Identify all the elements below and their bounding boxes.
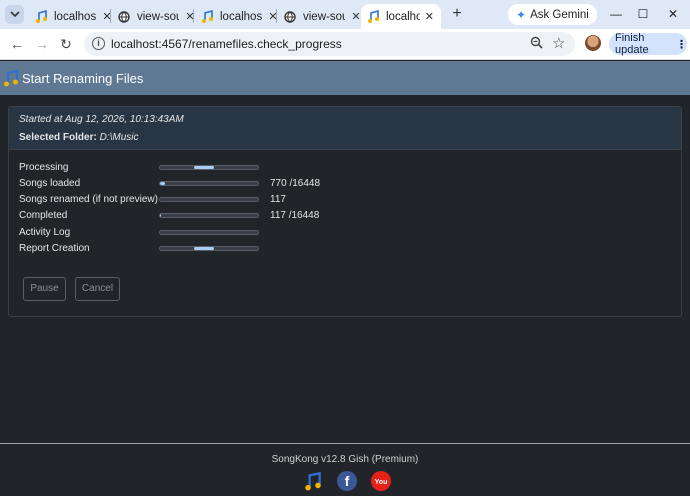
progress-fill: [160, 182, 165, 185]
songkong-favicon-icon: [200, 10, 214, 24]
globe-icon: [283, 10, 297, 24]
progress-fill: [160, 214, 161, 217]
progress-fill: [194, 247, 214, 250]
progress-bar: [159, 246, 259, 251]
songkong-favicon-icon: [367, 10, 380, 24]
progress-bar: [159, 165, 259, 170]
progress-bar: [159, 230, 259, 235]
progress-row-report-creation: Report Creation: [19, 243, 679, 257]
songkong-logo-icon[interactable]: [303, 471, 323, 491]
footer-divider: [0, 443, 690, 444]
progress-bar: [159, 213, 259, 218]
close-icon[interactable]: ✕: [424, 10, 435, 23]
progress-row-activity-log: Activity Log: [19, 227, 679, 241]
pause-button[interactable]: Pause: [23, 277, 66, 301]
progress-value: 117: [270, 194, 286, 205]
browser-tab[interactable]: localhost:4567 ✕: [194, 4, 286, 29]
footer-version-text: SongKong v12.8 Gish (Premium): [271, 454, 419, 465]
site-info-icon[interactable]: i: [92, 37, 105, 50]
facebook-icon[interactable]: f: [337, 471, 357, 491]
bookmark-star-icon[interactable]: ☆: [552, 34, 565, 52]
tab-title: view-source: [303, 10, 345, 23]
browser-tab[interactable]: view-source ✕: [277, 4, 369, 29]
selected-folder: Selected Folder: D:\Music: [19, 132, 139, 143]
url-text[interactable]: localhost:4567/renamefiles.check_progres…: [111, 37, 342, 51]
progress-row-songs-renamed: Songs renamed (if not preview) 117: [19, 194, 679, 208]
progress-row-songs-loaded: Songs loaded 770 /16448: [19, 178, 679, 192]
progress-fill: [194, 166, 214, 169]
maximize-button[interactable]: ☐: [632, 4, 654, 24]
browser-toolbar: ← → ↻ i localhost:4567/renamefiles.check…: [0, 29, 690, 60]
more-menu-icon: ⋮: [676, 38, 687, 51]
progress-row-completed: Completed 117 /16448: [19, 210, 679, 224]
rename-progress-panel: Started at Aug 12, 2026, 10:13:43AM Sele…: [8, 106, 682, 317]
browser-tab-active[interactable]: localhost:4567 ✕: [361, 4, 441, 29]
globe-icon: [117, 10, 131, 24]
browser-tab[interactable]: localhost:4567 ✕: [28, 4, 120, 29]
songkong-favicon-icon: [34, 10, 48, 24]
app-header: Start Renaming Files: [0, 61, 690, 95]
progress-label: Songs loaded: [19, 178, 81, 189]
tab-title: localhost:4567: [54, 10, 96, 23]
address-bar[interactable]: i localhost:4567/renamefiles.check_progr…: [84, 32, 575, 56]
progress-label: Songs renamed (if not preview): [19, 194, 158, 205]
progress-label: Activity Log: [19, 227, 71, 238]
progress-bar: [159, 197, 259, 202]
ask-gemini-label: Ask Gemini: [530, 8, 589, 21]
finish-update-button[interactable]: Finish update ⋮: [609, 32, 687, 56]
new-tab-button[interactable]: +: [448, 5, 466, 23]
tab-title: view-source: [137, 10, 179, 23]
browser-tab-strip: localhost:4567 ✕ view-source ✕ localhost…: [0, 0, 690, 29]
minimize-button[interactable]: —: [605, 4, 627, 24]
panel-header: Started at Aug 12, 2026, 10:13:43AM Sele…: [9, 107, 681, 150]
songkong-logo-icon: [4, 69, 18, 87]
profile-avatar[interactable]: [585, 35, 601, 51]
progress-label: Completed: [19, 210, 68, 221]
ask-gemini-button[interactable]: ✦ Ask Gemini: [508, 4, 597, 25]
progress-label: Processing: [19, 162, 69, 173]
selected-folder-value: D:\Music: [99, 132, 139, 143]
zoom-icon[interactable]: [530, 36, 543, 52]
cancel-button[interactable]: Cancel: [75, 277, 120, 301]
svg-text:You: You: [375, 479, 388, 486]
progress-value: 770 /16448: [270, 178, 321, 189]
back-button[interactable]: ←: [8, 35, 26, 53]
progress-row-processing: Processing: [19, 162, 679, 176]
close-window-button[interactable]: ✕: [662, 4, 684, 24]
progress-label: Report Creation: [19, 243, 90, 254]
gemini-sparkle-icon: ✦: [516, 7, 527, 22]
chevron-down-icon: [9, 11, 20, 18]
selected-folder-label: Selected Folder:: [19, 132, 97, 143]
progress-value: 117 /16448: [270, 210, 320, 221]
finish-update-label: Finish update: [615, 32, 649, 56]
tab-search-button[interactable]: [5, 5, 24, 24]
reload-button[interactable]: ↻: [57, 35, 75, 53]
tab-title: localhost:4567: [386, 10, 420, 23]
browser-tab[interactable]: view-source ✕: [111, 4, 203, 29]
progress-bar: [159, 181, 259, 186]
youtube-icon[interactable]: You: [371, 471, 391, 491]
forward-button[interactable]: →: [33, 35, 51, 53]
started-time: Started at Aug 12, 2026, 10:13:43AM: [19, 114, 184, 125]
tab-title: localhost:4567: [220, 10, 262, 23]
page-title: Start Renaming Files: [22, 71, 144, 86]
